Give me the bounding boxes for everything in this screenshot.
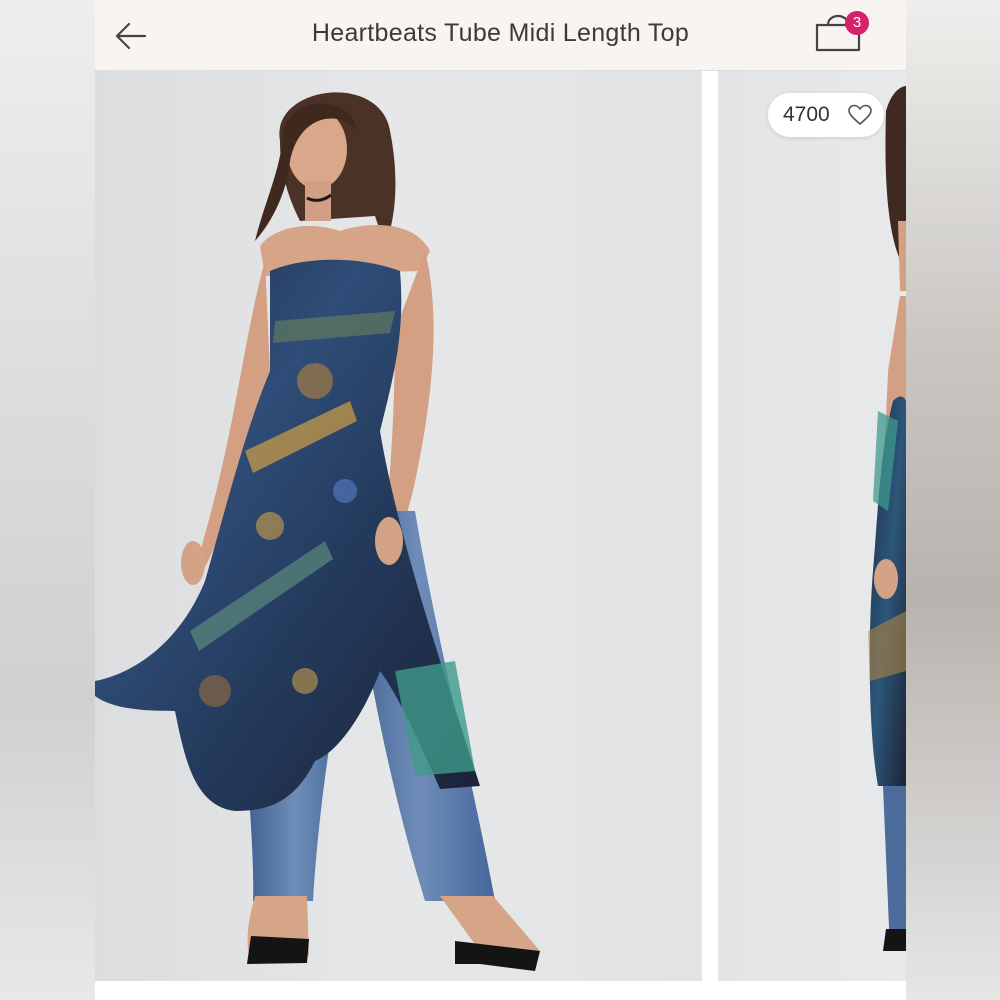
app-screen: Heartbeats Tube Midi Length Top 3 4700	[95, 0, 906, 1000]
top-header: Heartbeats Tube Midi Length Top 3	[95, 0, 906, 71]
blurred-backdrop-right	[906, 0, 1000, 1000]
cart-count-badge: 3	[845, 11, 869, 35]
model-side-illustration	[868, 86, 906, 951]
arrow-left-icon	[115, 22, 147, 50]
heart-outline-icon	[848, 104, 872, 125]
model-illustration	[95, 92, 540, 971]
product-photo-front[interactable]	[95, 71, 702, 981]
product-gallery[interactable]: 4700	[95, 71, 906, 1000]
page-title: Heartbeats Tube Midi Length Top	[311, 19, 690, 47]
back-button[interactable]	[113, 18, 149, 54]
product-photo-side[interactable]	[718, 71, 906, 981]
like-count: 4700	[783, 103, 830, 126]
like-button[interactable]: 4700	[768, 93, 884, 137]
blurred-backdrop-left	[0, 0, 95, 1000]
